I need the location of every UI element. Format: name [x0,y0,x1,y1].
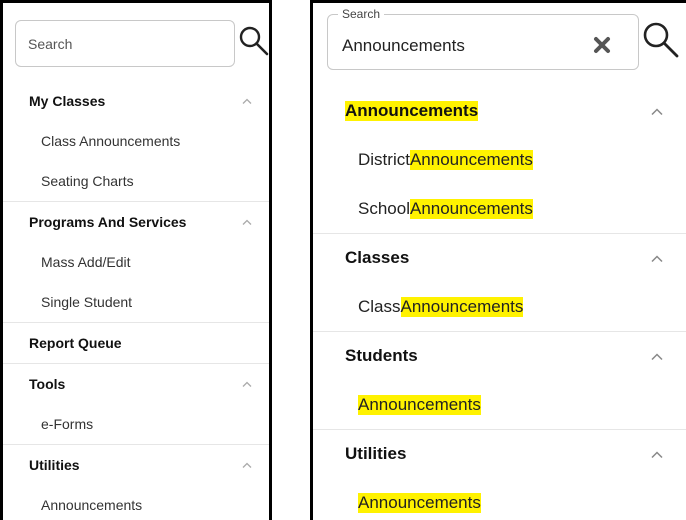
item-prefix: Class [358,296,401,316]
section-title: My Classes [29,93,106,109]
match-highlight: Announcements [358,492,481,513]
section-header[interactable]: Announcements [313,87,686,135]
section-title: Students [345,346,418,365]
chevron-up-icon[interactable] [241,97,253,105]
section-title: Report Queue [29,335,122,351]
result-section-announcements: Announcements District Announcements Sch… [313,87,686,234]
section-header[interactable]: Utilities [313,430,686,478]
chevron-up-icon[interactable] [650,450,664,459]
nav-sections: My Classes Class Announcements Seating C… [3,81,269,520]
result-item-announcements[interactable]: Announcements [313,478,686,520]
section-title: Programs And Services [29,214,187,230]
chevron-up-icon[interactable] [241,461,253,469]
nav-item-class-announcements[interactable]: Class Announcements [3,121,269,161]
search-icon[interactable] [237,24,269,63]
search-input[interactable]: Search Announcements [327,7,639,70]
section-tools: Tools e-Forms [3,364,269,445]
match-highlight: Announcements [358,394,481,415]
search-row: Search [15,20,269,67]
result-section-classes: Classes Class Announcements [313,234,686,332]
section-header[interactable]: Classes [313,234,686,282]
search-value: Announcements [342,36,465,55]
section-utilities: Utilities Announcements [3,445,269,520]
item-prefix: District [358,149,410,169]
nav-item-announcements[interactable]: Announcements [3,485,269,520]
section-header[interactable]: Tools [3,364,269,404]
section-title: Utilities [345,444,407,463]
section-header[interactable]: Students [313,332,686,380]
chevron-up-icon[interactable] [650,107,664,116]
match-highlight: Announcements [409,149,533,170]
nav-item-single-student[interactable]: Single Student [3,282,269,322]
result-item-district-announcements[interactable]: District Announcements [313,135,686,184]
search-row: Search Announcements [327,7,681,70]
section-header[interactable]: Utilities [3,445,269,485]
result-sections: Announcements District Announcements Sch… [313,87,686,520]
chevron-up-icon[interactable] [241,380,253,388]
match-highlight: Announcements [400,296,524,317]
chevron-up-icon[interactable] [241,218,253,226]
section-title: Utilities [29,457,80,473]
section-title: Tools [29,376,66,392]
result-section-students: Students Announcements [313,332,686,430]
search-placeholder: Search [28,35,73,52]
chevron-up-icon[interactable] [650,254,664,263]
search-input[interactable]: Search [15,20,235,67]
nav-item-e-forms[interactable]: e-Forms [3,404,269,444]
section-title: Classes [345,248,410,267]
result-item-school-announcements[interactable]: School Announcements [313,184,686,233]
section-header[interactable]: Report Queue [3,323,269,363]
close-icon[interactable] [592,35,612,60]
search-field-label: Search [338,7,385,21]
nav-item-mass-add-edit[interactable]: Mass Add/Edit [3,242,269,282]
section-programs-and-services: Programs And Services Mass Add/Edit Sing… [3,202,269,323]
search-icon[interactable] [641,20,681,65]
result-item-class-announcements[interactable]: Class Announcements [313,282,686,331]
section-report-queue: Report Queue [3,323,269,364]
match-highlight: Announcements [409,198,533,219]
result-item-announcements[interactable]: Announcements [313,380,686,429]
item-prefix: School [358,198,410,218]
section-title: Announcements [345,101,479,121]
section-my-classes: My Classes Class Announcements Seating C… [3,81,269,202]
section-header[interactable]: My Classes [3,81,269,121]
chevron-up-icon[interactable] [650,352,664,361]
result-section-utilities: Utilities Announcements [313,430,686,520]
section-header[interactable]: Programs And Services [3,202,269,242]
left-navigation-panel: Search My Classes Class Announcements Se… [0,0,272,520]
right-search-results-panel: Search Announcements Announcements Distr… [310,0,686,520]
nav-item-seating-charts[interactable]: Seating Charts [3,161,269,201]
